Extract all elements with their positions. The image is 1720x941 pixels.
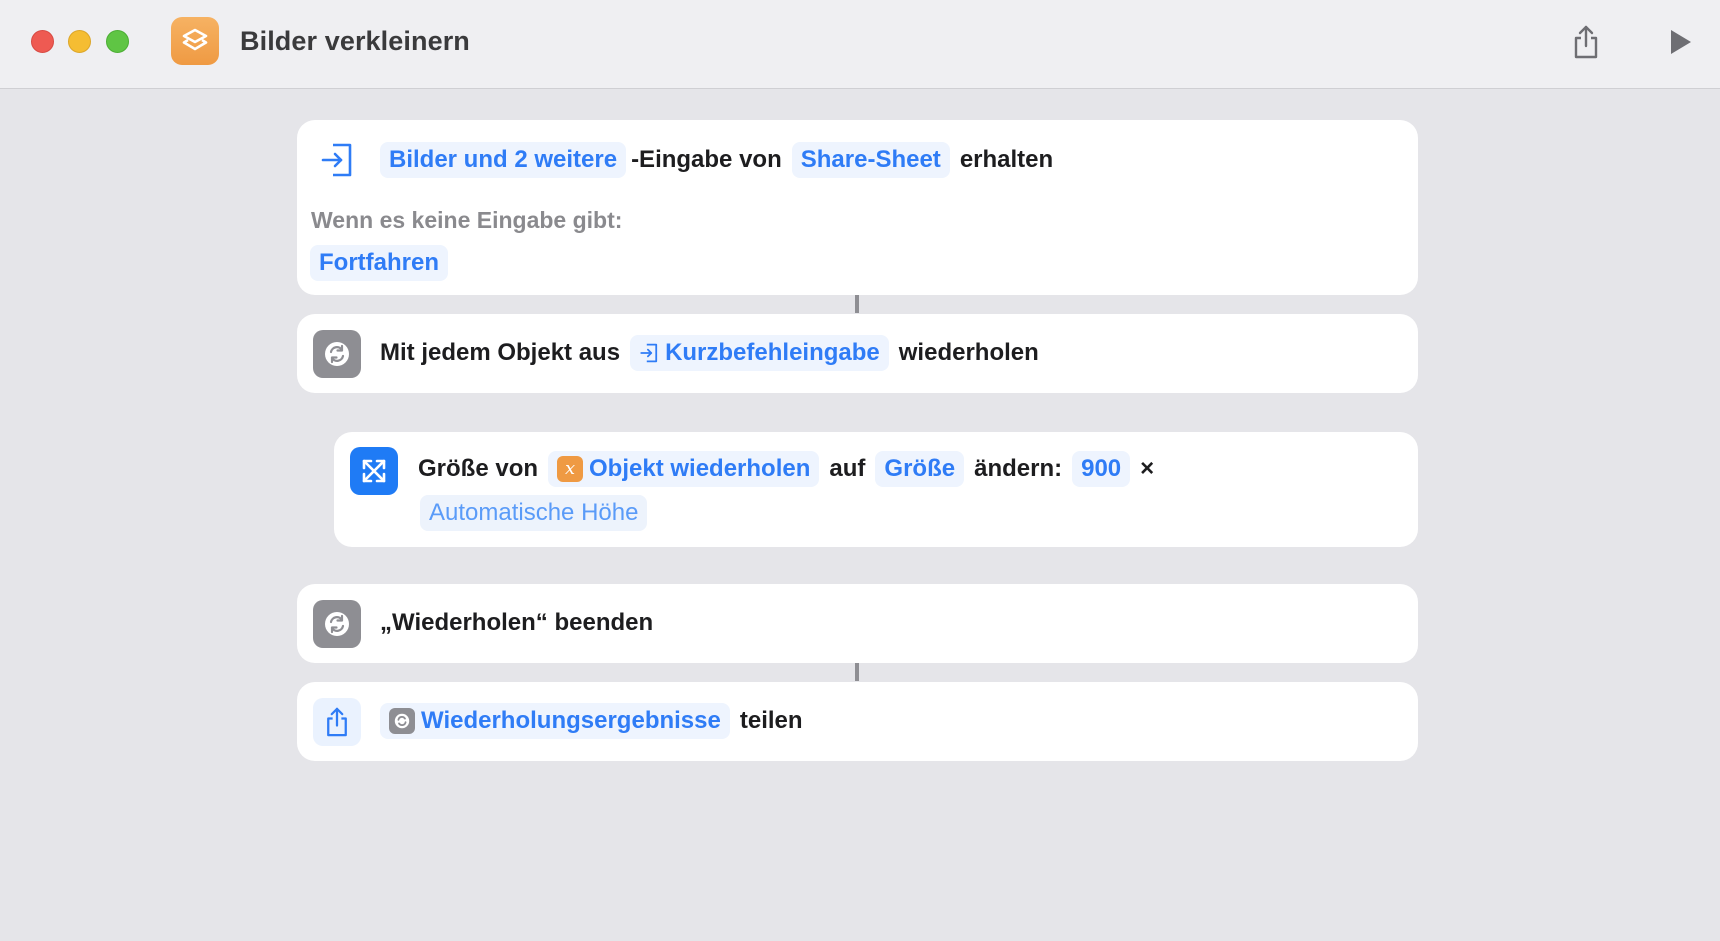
window-title: Bilder verkleinern xyxy=(240,26,470,56)
end-repeat-label: „Wiederholen“ beenden xyxy=(380,609,654,636)
title-bar: Bilder verkleinern xyxy=(0,0,1720,89)
share-icon xyxy=(1574,25,1598,59)
input-arrow-icon xyxy=(640,343,658,363)
repeat-results-token[interactable]: Wiederholungsergebnisse xyxy=(380,703,730,739)
play-icon xyxy=(1671,30,1691,54)
repeat-suffix-label: wiederholen xyxy=(898,339,1039,366)
input-arrow-icon xyxy=(313,136,361,184)
share-button[interactable] xyxy=(1566,22,1606,62)
receive-input-action[interactable]: Bilder und 2 weitere -Eingabe von Share-… xyxy=(297,120,1418,295)
connector-line xyxy=(855,663,859,681)
input-source-token[interactable]: Share-Sheet xyxy=(791,142,950,178)
shortcut-input-token-label: Kurzbefehleingabe xyxy=(665,339,880,366)
zoom-button[interactable] xyxy=(106,30,129,53)
share-action[interactable]: Wiederholungsergebnisse teilen xyxy=(297,682,1418,761)
share-icon xyxy=(313,698,361,746)
run-button[interactable] xyxy=(1660,22,1700,62)
variable-badge-icon: x xyxy=(557,456,584,482)
times-sign: × xyxy=(1140,455,1155,482)
repeat-each-label: Mit jedem Objekt aus xyxy=(380,339,621,366)
share-suffix-label: teilen xyxy=(739,707,803,734)
repeat-results-label: Wiederholungsergebnisse xyxy=(421,707,721,734)
height-token[interactable]: Automatische Höhe xyxy=(420,495,648,531)
repeat-item-variable-label: Objekt wiederholen xyxy=(589,455,811,482)
resize-prefix-label: Größe von xyxy=(418,455,539,482)
repeat-icon xyxy=(313,600,361,648)
width-token[interactable]: 900 xyxy=(1072,451,1131,487)
resize-image-action[interactable]: Größe von x Objekt wiederholen auf Größe… xyxy=(334,432,1418,547)
connector-line xyxy=(855,295,859,313)
repeat-icon xyxy=(389,708,415,734)
change-label: ändern: xyxy=(974,455,1063,482)
repeat-icon xyxy=(313,330,361,378)
minimize-button[interactable] xyxy=(68,30,91,53)
shortcuts-icon xyxy=(171,17,219,65)
shortcut-input-token[interactable]: Kurzbefehleingabe xyxy=(630,335,889,371)
resize-to-label: auf xyxy=(829,455,866,482)
repeat-item-variable-token[interactable]: x Objekt wiederholen xyxy=(548,451,820,487)
input-from-label: -Eingabe von xyxy=(631,146,782,173)
resize-arrows-icon xyxy=(350,447,398,495)
close-button[interactable] xyxy=(31,30,54,53)
no-input-label: Wenn es keine Eingabe gibt: xyxy=(311,206,623,233)
size-mode-token[interactable]: Größe xyxy=(875,451,965,487)
repeat-each-action[interactable]: Mit jedem Objekt aus Kurzbefehleingabe w… xyxy=(297,314,1418,393)
no-input-behavior-token[interactable]: Fortfahren xyxy=(310,245,448,281)
receive-label: erhalten xyxy=(959,146,1054,173)
input-types-token[interactable]: Bilder und 2 weitere xyxy=(380,142,627,178)
end-repeat-action[interactable]: „Wiederholen“ beenden xyxy=(297,584,1418,663)
